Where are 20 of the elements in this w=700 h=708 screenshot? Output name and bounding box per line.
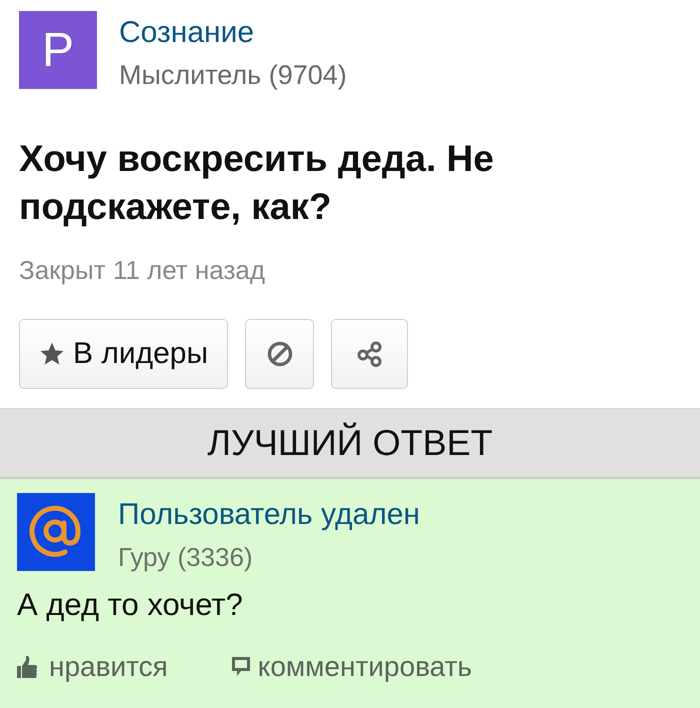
avatar[interactable]: P — [19, 11, 97, 89]
at-sign-avatar-icon[interactable] — [17, 493, 95, 571]
question-status: Закрыт 11 лет назад — [19, 255, 266, 285]
share-icon — [356, 341, 383, 367]
star-icon — [39, 341, 65, 367]
best-answer-heading: ЛУЧШИЙ ОТВЕТ — [207, 422, 493, 464]
comment-icon — [232, 657, 250, 677]
leaders-button[interactable]: В лидеры — [19, 319, 228, 389]
question-title: Хочу воскресить деда. Не подскажете, как? — [19, 137, 495, 229]
author-name-link[interactable]: Сознание — [119, 16, 254, 50]
block-button[interactable] — [245, 319, 314, 389]
thumbs-up-icon — [17, 656, 37, 678]
author-name-link[interactable]: Пользователь удален — [118, 498, 420, 532]
author-rank: Гуру (3336) — [118, 541, 253, 574]
like-button[interactable]: нравится — [17, 650, 168, 684]
share-button[interactable] — [331, 319, 408, 389]
block-icon — [266, 341, 293, 367]
comment-button[interactable]: комментировать — [232, 650, 472, 684]
author-rank: Мыслитель (9704) — [119, 59, 347, 92]
answer-text: А дед то хочет? — [17, 588, 243, 622]
